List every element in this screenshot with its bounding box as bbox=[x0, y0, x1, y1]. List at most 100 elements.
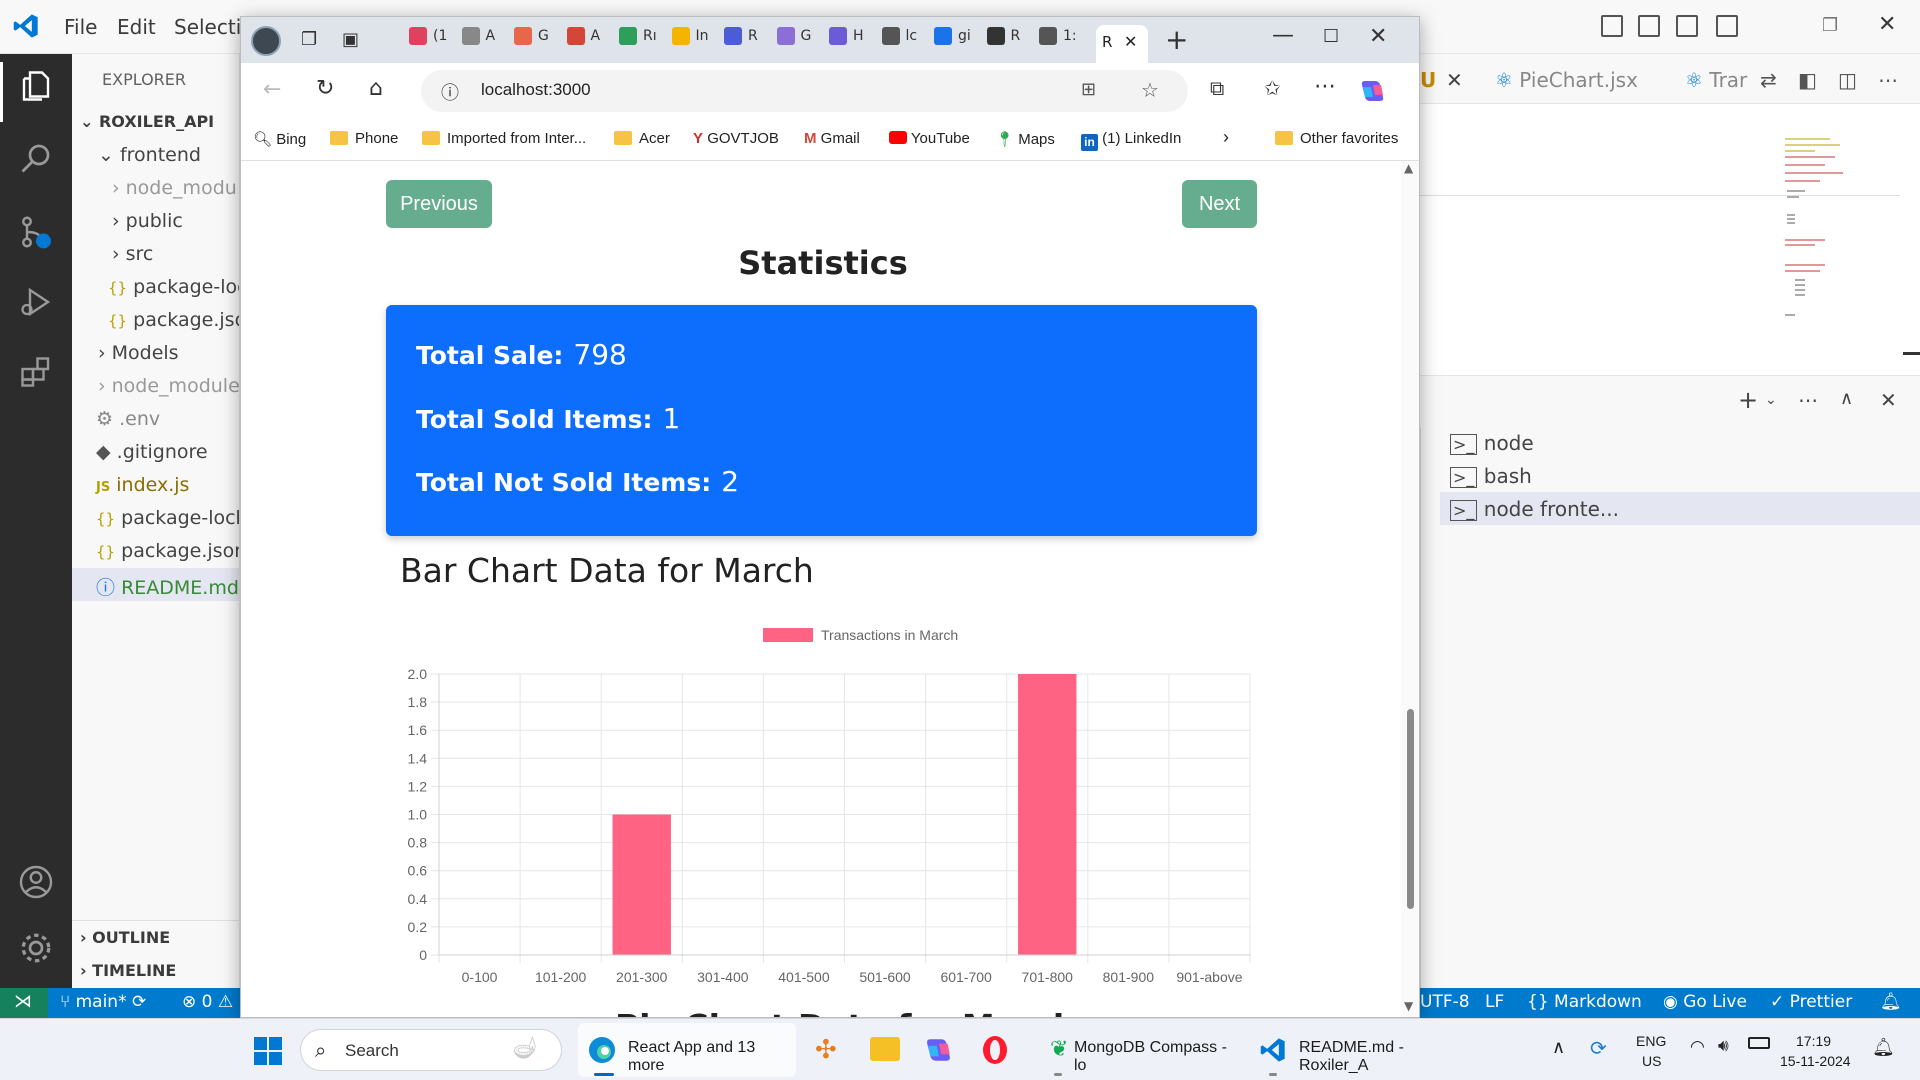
bookmark-gmail[interactable]: M Gmail bbox=[804, 130, 860, 147]
home-icon[interactable]: ⌂ bbox=[369, 76, 383, 101]
compare-changes-icon[interactable]: ⇄ bbox=[1760, 68, 1777, 92]
chevron-down-icon[interactable]: ⌄ bbox=[1765, 392, 1777, 408]
battery-icon[interactable] bbox=[1748, 1037, 1770, 1049]
page-scrollbar[interactable]: ▲ ▼ bbox=[1401, 161, 1419, 1017]
scroll-up-icon[interactable]: ▲ bbox=[1404, 161, 1413, 175]
favorites-icon[interactable]: ✩ bbox=[1264, 76, 1281, 100]
copilot-icon[interactable] bbox=[1359, 77, 1387, 105]
tree-root[interactable]: ⌄ ROXILER_API bbox=[80, 112, 214, 131]
taskbar-edge[interactable]: React App and 13 more bbox=[578, 1023, 796, 1077]
browser-tab[interactable]: Rı bbox=[619, 27, 657, 55]
menu-file[interactable]: File bbox=[64, 15, 97, 39]
explorer-icon[interactable] bbox=[18, 68, 54, 104]
language-line-2[interactable]: US bbox=[1642, 1053, 1661, 1069]
minimap-slider[interactable] bbox=[1903, 352, 1920, 355]
settings-gear-icon[interactable] bbox=[18, 930, 54, 966]
tree-item-frontend[interactable]: ⌄ frontend bbox=[98, 144, 201, 166]
sync-icon[interactable]: ⟳ bbox=[1590, 1036, 1607, 1060]
taskbar-mongodb[interactable]: ❦ MongoDB Compass - lo bbox=[1040, 1023, 1240, 1077]
split-editor-icon[interactable]: ◫ bbox=[1838, 68, 1857, 92]
remote-indicator[interactable]: ⋊ bbox=[0, 988, 48, 1018]
tree-item-package-json-root[interactable]: {} package.json bbox=[96, 540, 239, 562]
scrollbar-thumb[interactable] bbox=[1407, 709, 1414, 909]
clock-time[interactable]: 17:19 bbox=[1796, 1033, 1831, 1049]
taskbar-search[interactable]: ⌕ Search 🪔︎ bbox=[300, 1029, 562, 1071]
search-icon[interactable] bbox=[18, 140, 54, 176]
browser-tab[interactable]: 1: bbox=[1039, 27, 1077, 55]
terminal-item-node-frontend[interactable]: >_ node fronte... bbox=[1450, 497, 1619, 521]
accounts-icon[interactable] bbox=[18, 864, 54, 900]
maximize-panel-icon[interactable]: ∧ bbox=[1840, 388, 1853, 409]
tree-item-package-lock-root[interactable]: {} package-lock bbox=[96, 507, 239, 529]
app-available-icon[interactable]: ⊞ bbox=[1081, 79, 1096, 100]
close-panel-icon[interactable]: ✕ bbox=[1880, 388, 1897, 412]
bookmark-govtjob[interactable]: Y GOVTJOB bbox=[693, 130, 779, 147]
browser-tab[interactable]: (1 bbox=[409, 27, 447, 55]
bookmark-linkedin[interactable]: in (1) LinkedIn bbox=[1081, 130, 1181, 151]
bookmark-youtube[interactable]: YouTube bbox=[889, 130, 970, 147]
tree-item-src[interactable]: › src bbox=[112, 243, 153, 265]
bookmark-phone[interactable]: Phone bbox=[330, 130, 398, 147]
minimize-icon[interactable]: — bbox=[1272, 23, 1294, 48]
encoding-indicator[interactable]: UTF-8 bbox=[1420, 992, 1470, 1012]
notifications-bell-icon[interactable]: 🔔︎ bbox=[1880, 992, 1902, 1012]
browser-tab[interactable]: R bbox=[724, 27, 758, 55]
restore-window-icon[interactable]: ❐ bbox=[1822, 15, 1838, 36]
tree-item-readme[interactable]: ⓘ README.md bbox=[96, 573, 239, 600]
browser-tab[interactable]: A bbox=[461, 27, 495, 55]
menu-edit[interactable]: Edit bbox=[117, 15, 156, 39]
bookmark-other-favorites[interactable]: Other favorites bbox=[1275, 130, 1398, 147]
customize-layout-icon[interactable] bbox=[1716, 15, 1738, 37]
extensions-icon[interactable]: ⧉ bbox=[1210, 76, 1224, 100]
volume-icon[interactable]: 🔊︎ bbox=[1718, 1036, 1729, 1056]
tree-item-models[interactable]: › Models bbox=[98, 342, 179, 364]
next-button[interactable]: Next bbox=[1182, 180, 1257, 228]
address-bar[interactable]: ⓘ localhost:3000 ⊞ ☆ bbox=[421, 70, 1188, 112]
tab-actions-icon[interactable]: ▣ bbox=[342, 29, 359, 50]
toggle-secondary-sidebar-icon[interactable] bbox=[1676, 15, 1698, 37]
source-control-icon[interactable] bbox=[18, 214, 54, 250]
favorite-star-icon[interactable]: ☆ bbox=[1141, 78, 1159, 102]
site-info-icon[interactable]: ⓘ bbox=[441, 79, 459, 105]
show-hidden-icons-icon[interactable]: ∧ bbox=[1552, 1037, 1565, 1058]
maximize-icon[interactable]: ☐ bbox=[1323, 26, 1339, 47]
terminal-item-node[interactable]: >_ node bbox=[1450, 431, 1534, 455]
app-icon[interactable]: ✣ bbox=[815, 1035, 837, 1065]
profile-avatar[interactable] bbox=[251, 26, 281, 56]
refresh-icon[interactable]: ↻ bbox=[316, 76, 334, 101]
tree-item-index-js[interactable]: JS index.js bbox=[96, 474, 189, 496]
notification-bell-icon[interactable]: 🔔︎ bbox=[1872, 1037, 1895, 1058]
file-explorer-icon[interactable] bbox=[870, 1037, 900, 1061]
more-menu-icon[interactable]: ⋯ bbox=[1314, 74, 1336, 99]
browser-tab[interactable]: A bbox=[566, 27, 600, 55]
url-text[interactable]: localhost:3000 bbox=[481, 80, 591, 100]
editor-tab-tran[interactable]: ⚛ Trar bbox=[1685, 68, 1747, 92]
browser-tab[interactable]: G bbox=[514, 27, 549, 55]
more-actions-icon[interactable]: ⋯ bbox=[1798, 388, 1818, 412]
copilot-icon[interactable] bbox=[924, 1035, 954, 1065]
close-tab-icon[interactable]: ✕ bbox=[1124, 32, 1137, 51]
outline-section[interactable]: › OUTLINE bbox=[80, 928, 170, 947]
tree-item-node-modules[interactable]: › node_modu bbox=[112, 177, 237, 199]
close-window-icon[interactable]: ✕ bbox=[1369, 24, 1387, 49]
browser-tab[interactable]: In bbox=[671, 27, 709, 55]
bookmark-imported[interactable]: Imported from Inter... bbox=[422, 130, 586, 147]
terminal-item-bash[interactable]: >_ bash bbox=[1450, 464, 1532, 488]
tree-item-gitignore[interactable]: ◆ .gitignore bbox=[96, 441, 208, 463]
close-window-icon[interactable]: ✕ bbox=[1878, 12, 1896, 37]
bookmark-acer[interactable]: Acer bbox=[614, 130, 670, 147]
close-tab-icon[interactable]: ✕ bbox=[1446, 68, 1463, 92]
open-preview-icon[interactable]: ◧ bbox=[1798, 68, 1817, 92]
browser-tab[interactable]: H bbox=[829, 27, 864, 55]
bookmark-bing[interactable]: 🔍︎ Bing bbox=[253, 130, 306, 148]
scroll-down-icon[interactable]: ▼ bbox=[1404, 999, 1413, 1013]
toggle-sidebar-icon[interactable] bbox=[1601, 15, 1623, 37]
browser-tab[interactable]: R bbox=[986, 27, 1020, 55]
clock-date[interactable]: 15-11-2024 bbox=[1780, 1053, 1851, 1069]
tree-item-public[interactable]: › public bbox=[112, 210, 183, 232]
problems-indicator[interactable]: ⊗ 0 ⚠ bbox=[182, 992, 233, 1012]
eol-indicator[interactable]: LF bbox=[1485, 992, 1504, 1012]
bookmarks-overflow-icon[interactable]: › bbox=[1223, 127, 1229, 148]
go-live-button[interactable]: ◉ Go Live bbox=[1663, 992, 1747, 1012]
language-line-1[interactable]: ENG bbox=[1636, 1033, 1666, 1049]
